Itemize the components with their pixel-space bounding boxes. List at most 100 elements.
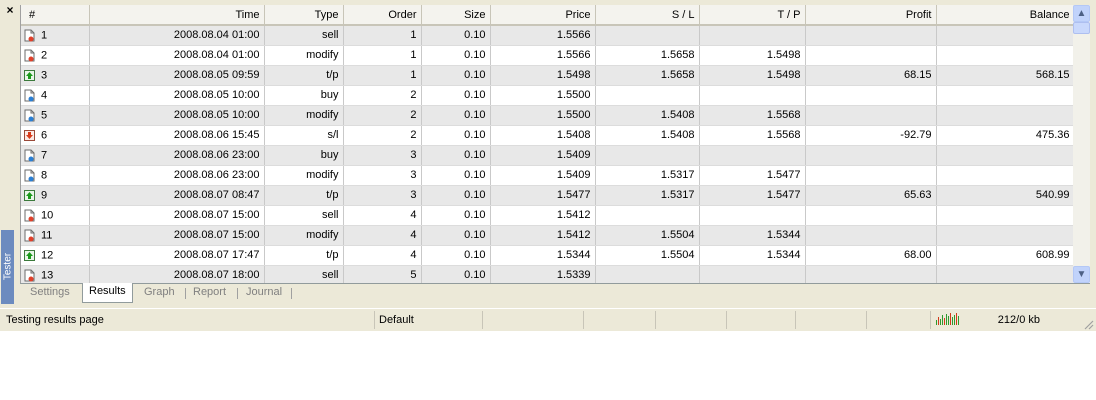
cell-sl: [595, 205, 700, 226]
row-number: 8: [41, 169, 48, 181]
cell-tp: 1.5498: [699, 45, 806, 66]
cell-size: 0.10: [421, 105, 491, 126]
cell-price: 1.5566: [490, 45, 596, 66]
scroll-down-icon: ▼: [1076, 269, 1087, 280]
buy-order-icon: [24, 109, 35, 122]
cell-time: 2008.08.07 15:00: [89, 225, 265, 246]
resize-grip-icon[interactable]: [1082, 318, 1094, 330]
column-header-price[interactable]: Price: [490, 5, 596, 26]
table-row[interactable]: 9 2008.08.07 08:47 t/p 3 0.10 1.5477 1.5317 1.5…: [21, 185, 1074, 206]
column-header-num[interactable]: #: [21, 5, 90, 26]
column-header-profit[interactable]: Profit: [805, 5, 937, 26]
scroll-up-button[interactable]: ▲: [1073, 5, 1090, 22]
vertical-scrollbar[interactable]: ▲ ▼: [1073, 5, 1090, 283]
cell-num: 9: [21, 185, 90, 206]
cell-num: 13: [21, 265, 90, 283]
column-header-type[interactable]: Type: [264, 5, 344, 26]
cell-time: 2008.08.04 01:00: [89, 25, 265, 46]
cell-balance: 568.15: [936, 65, 1074, 86]
results-table: # Time Type Order Size Price S / L T / P…: [20, 5, 1074, 283]
status-cell-empty: [583, 311, 655, 329]
cell-price: 1.5500: [490, 85, 596, 106]
cell-time: 2008.08.06 23:00: [89, 145, 265, 166]
column-header-tp[interactable]: T / P: [699, 5, 806, 26]
column-header-order[interactable]: Order: [343, 5, 422, 26]
take-profit-icon: [24, 249, 35, 262]
cell-tp: 1.5344: [699, 225, 806, 246]
cell-tp: [699, 265, 806, 283]
cell-balance: [936, 105, 1074, 126]
cell-sl: [595, 145, 700, 166]
table-row[interactable]: 5 2008.08.05 10:00 modify 2 0.10 1.5500 1.5408…: [21, 105, 1074, 126]
table-row[interactable]: 13 2008.08.07 18:00 sell 5 0.10 1.5339: [21, 265, 1074, 283]
table-row[interactable]: 11 2008.08.07 15:00 modify 4 0.10 1.5412 1.550…: [21, 225, 1074, 246]
tab-settings[interactable]: Settings: [24, 284, 76, 303]
status-cell-empty: [795, 311, 866, 329]
column-header-time[interactable]: Time: [89, 5, 265, 26]
cell-profit: [805, 205, 937, 226]
cell-tp: [699, 205, 806, 226]
cell-num: 2: [21, 45, 90, 66]
cell-order: 1: [343, 25, 422, 46]
cell-tp: [699, 25, 806, 46]
table-row[interactable]: 2 2008.08.04 01:00 modify 1 0.10 1.5566 1.5658…: [21, 45, 1074, 66]
table-row[interactable]: 6 2008.08.06 15:45 s/l 2 0.10 1.5408 1.5408 1.5…: [21, 125, 1074, 146]
status-message: Testing results page: [6, 314, 104, 326]
cell-price: 1.5412: [490, 225, 596, 246]
cell-time: 2008.08.07 08:47: [89, 185, 265, 206]
cell-tp: [699, 85, 806, 106]
cell-tp: 1.5477: [699, 185, 806, 206]
column-header-balance[interactable]: Balance: [936, 5, 1074, 26]
cell-num: 12: [21, 245, 90, 266]
cell-size: 0.10: [421, 85, 491, 106]
strategy-tester-panel: × Tester # Time Type Order Size Price S …: [0, 0, 1096, 331]
cell-balance: [936, 265, 1074, 283]
tab-report[interactable]: Report: [187, 284, 232, 303]
cell-profit: 68.15: [805, 65, 937, 86]
column-header-size[interactable]: Size: [421, 5, 491, 26]
table-row[interactable]: 8 2008.08.06 23:00 modify 3 0.10 1.5409 1.5317…: [21, 165, 1074, 186]
sell-order-icon: [24, 269, 35, 282]
cell-sl: 1.5658: [595, 65, 700, 86]
column-header-sl[interactable]: S / L: [595, 5, 700, 26]
cell-sl: 1.5317: [595, 185, 700, 206]
cell-price: 1.5412: [490, 205, 596, 226]
cell-type: buy: [264, 145, 344, 166]
cell-type: buy: [264, 85, 344, 106]
tester-side-strip: × Tester: [0, 0, 20, 308]
cell-balance: 475.36: [936, 125, 1074, 146]
close-button[interactable]: ×: [4, 4, 16, 16]
table-row[interactable]: 3 2008.08.05 09:59 t/p 1 0.10 1.5498 1.5658 1.5…: [21, 65, 1074, 86]
cell-size: 0.10: [421, 265, 491, 283]
row-number: 12: [41, 249, 54, 261]
table-row[interactable]: 10 2008.08.07 15:00 sell 4 0.10 1.5412: [21, 205, 1074, 226]
cell-num: 3: [21, 65, 90, 86]
table-row[interactable]: 4 2008.08.05 10:00 buy 2 0.10 1.5500: [21, 85, 1074, 106]
cell-price: 1.5409: [490, 165, 596, 186]
cell-order: 4: [343, 225, 422, 246]
cell-balance: [936, 145, 1074, 166]
scroll-down-button[interactable]: ▼: [1073, 266, 1090, 283]
table-row[interactable]: 7 2008.08.06 23:00 buy 3 0.10 1.5409: [21, 145, 1074, 166]
cell-sl: 1.5504: [595, 225, 700, 246]
scroll-thumb[interactable]: [1073, 22, 1090, 34]
cell-type: modify: [264, 165, 344, 186]
cell-type: sell: [264, 25, 344, 46]
cell-balance: [936, 25, 1074, 46]
cell-order: 2: [343, 85, 422, 106]
tab-results[interactable]: Results: [82, 283, 133, 303]
tab-graph[interactable]: Graph: [138, 284, 181, 303]
table-row[interactable]: 1 2008.08.04 01:00 sell 1 0.10 1.5566: [21, 25, 1074, 46]
tab-journal[interactable]: Journal: [240, 284, 288, 303]
table-row[interactable]: 12 2008.08.07 17:47 t/p 4 0.10 1.5344 1.5504 1.…: [21, 245, 1074, 266]
cell-num: 4: [21, 85, 90, 106]
take-profit-icon: [24, 69, 35, 82]
sell-order-icon: [24, 29, 35, 42]
cell-profit: [805, 45, 937, 66]
cell-sl: 1.5317: [595, 165, 700, 186]
cell-size: 0.10: [421, 25, 491, 46]
cell-balance: [936, 225, 1074, 246]
cell-num: 11: [21, 225, 90, 246]
cell-time: 2008.08.07 15:00: [89, 205, 265, 226]
cell-sl: 1.5408: [595, 105, 700, 126]
